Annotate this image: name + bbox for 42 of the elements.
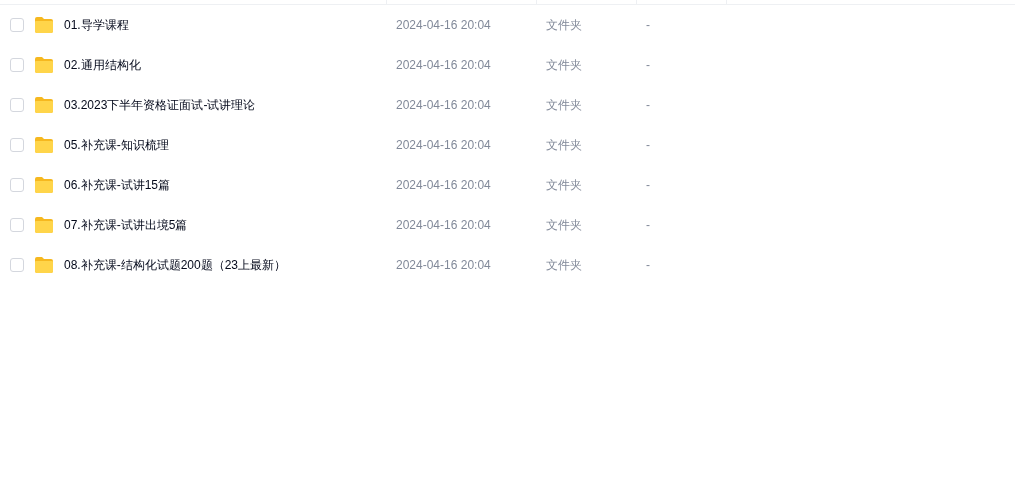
row-checkbox[interactable] xyxy=(10,98,24,112)
modified-time: 2024-04-16 20:04 xyxy=(396,18,491,32)
folder-icon xyxy=(34,176,54,194)
file-size: - xyxy=(646,218,650,232)
folder-icon xyxy=(34,136,54,154)
folder-icon xyxy=(34,256,54,274)
file-size: - xyxy=(646,18,650,32)
row-checkbox[interactable] xyxy=(10,138,24,152)
row-checkbox[interactable] xyxy=(10,258,24,272)
file-size: - xyxy=(646,138,650,152)
file-size: - xyxy=(646,258,650,272)
folder-icon xyxy=(34,96,54,114)
modified-time: 2024-04-16 20:04 xyxy=(396,178,491,192)
folder-name[interactable]: 07.补充课-试讲出境5篇 xyxy=(64,216,188,234)
file-type: 文件夹 xyxy=(546,18,582,32)
folder-name[interactable]: 03.2023下半年资格证面试-试讲理论 xyxy=(64,96,256,114)
file-size: - xyxy=(646,98,650,112)
modified-time: 2024-04-16 20:04 xyxy=(396,58,491,72)
file-size: - xyxy=(646,178,650,192)
folder-icon xyxy=(34,16,54,34)
file-size: - xyxy=(646,58,650,72)
folder-name[interactable]: 02.通用结构化 xyxy=(64,56,141,74)
row-checkbox[interactable] xyxy=(10,178,24,192)
folder-icon xyxy=(34,216,54,234)
modified-time: 2024-04-16 20:04 xyxy=(396,258,491,272)
file-type: 文件夹 xyxy=(546,258,582,272)
row-checkbox[interactable] xyxy=(10,218,24,232)
file-type: 文件夹 xyxy=(546,178,582,192)
file-type: 文件夹 xyxy=(546,138,582,152)
row-checkbox[interactable] xyxy=(10,58,24,72)
folder-name[interactable]: 08.补充课-结构化试题200题（23上最新） xyxy=(64,256,287,274)
modified-time: 2024-04-16 20:04 xyxy=(396,98,491,112)
modified-time: 2024-04-16 20:04 xyxy=(396,218,491,232)
file-type: 文件夹 xyxy=(546,98,582,112)
folder-name[interactable]: 06.补充课-试讲15篇 xyxy=(64,176,171,194)
row-checkbox[interactable] xyxy=(10,18,24,32)
folder-icon xyxy=(34,56,54,74)
file-type: 文件夹 xyxy=(546,218,582,232)
folder-name[interactable]: 01.导学课程 xyxy=(64,16,129,34)
folder-name[interactable]: 05.补充课-知识梳理 xyxy=(64,136,169,154)
modified-time: 2024-04-16 20:04 xyxy=(396,138,491,152)
file-type: 文件夹 xyxy=(546,58,582,72)
